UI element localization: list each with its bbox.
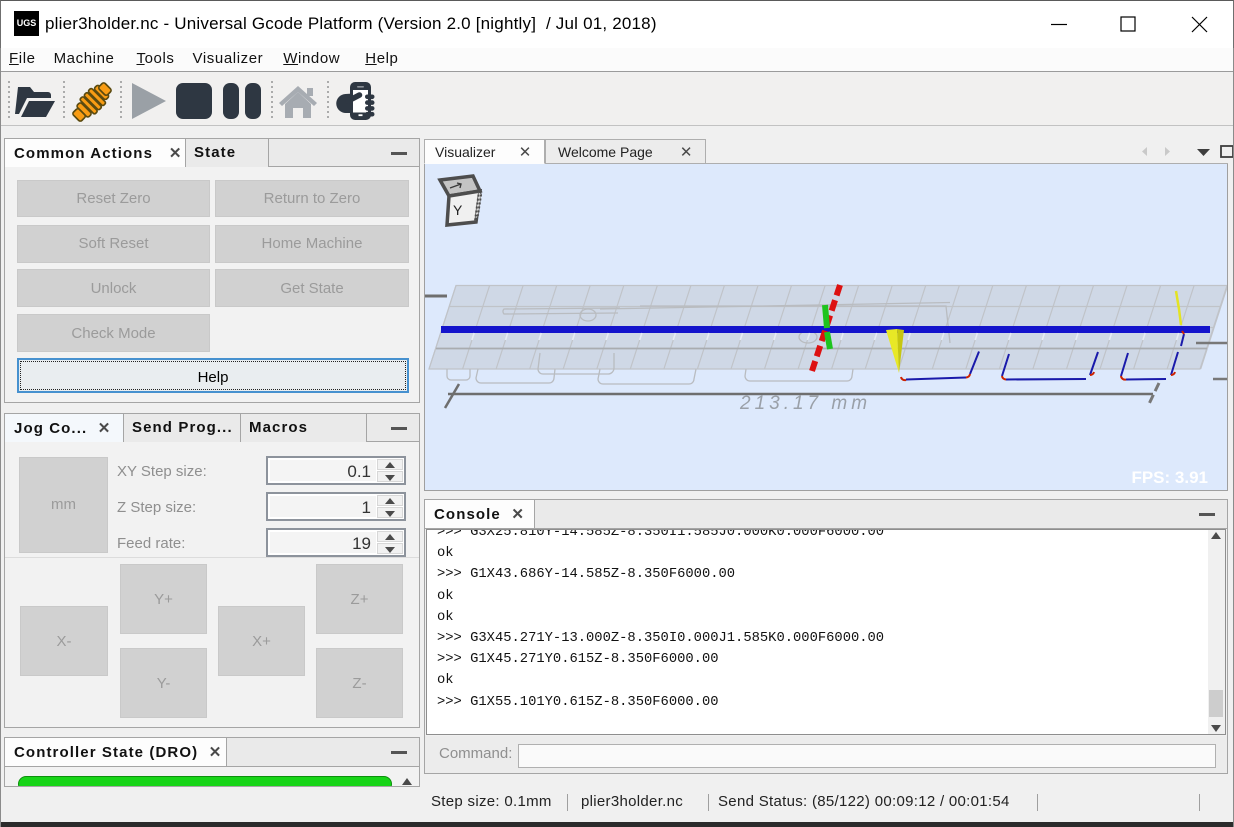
svg-text:Y: Y (453, 202, 463, 218)
svg-text:213.17 mm: 213.17 mm (739, 393, 871, 414)
svg-text:FPS: 3.91: FPS: 3.91 (1131, 468, 1208, 487)
